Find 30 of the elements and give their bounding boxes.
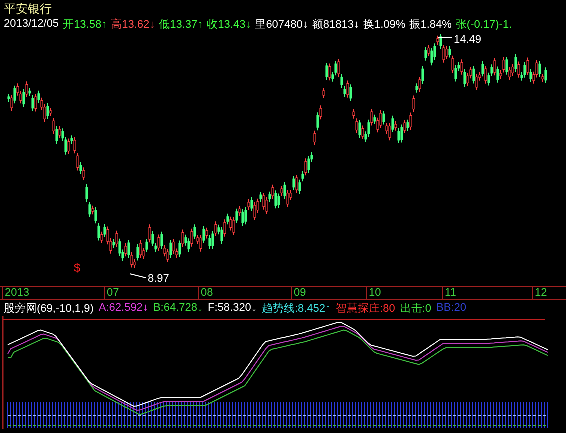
quote-date: 2013/12/05	[4, 18, 60, 30]
stock-title: 平安银行	[3, 1, 53, 16]
quote-value: 开13.58↑	[63, 18, 108, 32]
axis-label: 07	[104, 287, 120, 299]
indicator-value: A:62.592↓	[98, 302, 148, 314]
low-price-label: 8.97	[148, 273, 170, 285]
axis-label: 09	[291, 287, 306, 299]
axis-label: 08	[198, 287, 214, 299]
indicator-value: 智慧探庄:80	[336, 302, 396, 316]
indicator-name: 股旁网(69,-10,1,9)	[4, 302, 94, 316]
leader-line	[130, 274, 146, 278]
signal-mark: $	[74, 261, 81, 275]
indicator-value: 趋势线:8.452↑	[262, 302, 332, 316]
quote-value: 换1.09%	[364, 18, 406, 32]
axis-label: 12	[532, 287, 548, 299]
axis-label: 2013	[2, 287, 30, 299]
quote-value: 振1.84%	[410, 18, 452, 32]
indicator-value: F:58.320↓	[208, 302, 257, 314]
quote-value: 收13.43↓	[207, 18, 252, 32]
axis-label: 10	[366, 287, 382, 299]
quote-value: 低13.37↑	[159, 18, 204, 32]
quote-value: 张(-0.17)-1.	[456, 18, 512, 32]
quote-value: 额81813↓	[312, 18, 360, 32]
quote-value: 高13.62↓	[111, 18, 156, 32]
quote-value: 里607480↓	[255, 18, 308, 32]
indicator-value: B:64.728↓	[153, 302, 203, 314]
axis-label: 11	[442, 287, 456, 299]
high-price-label: 14.49	[454, 34, 482, 46]
indicator-value: BB:20	[436, 302, 467, 314]
indicator-value: 出击:0	[400, 302, 432, 316]
